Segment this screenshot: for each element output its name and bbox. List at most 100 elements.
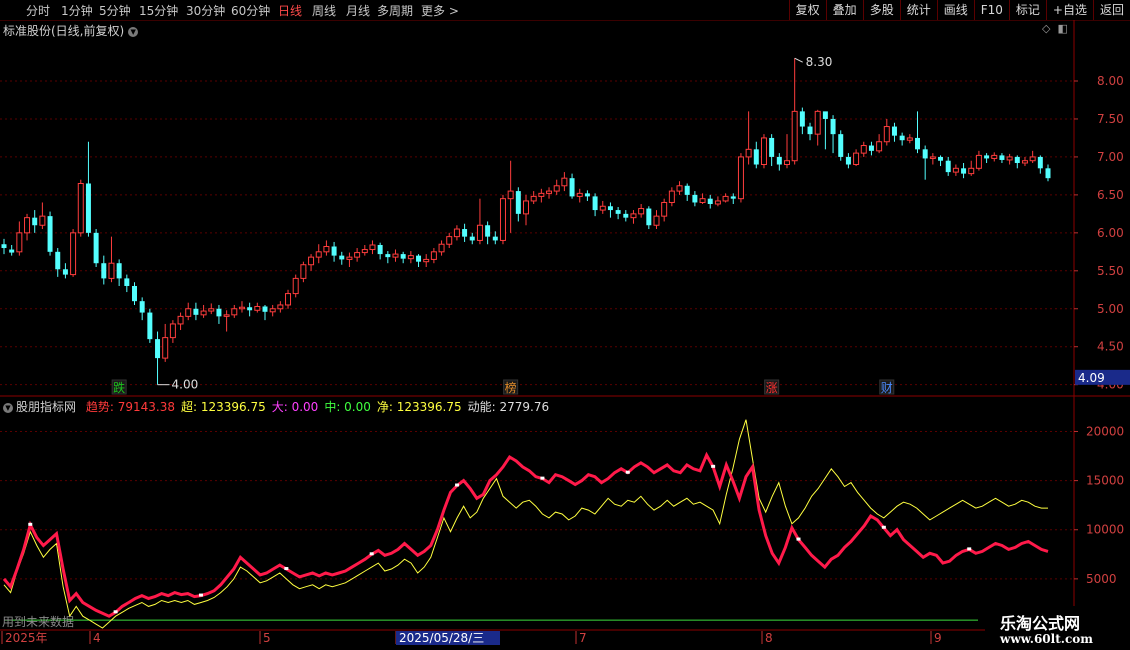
candle-body-down xyxy=(753,149,759,165)
candle-body-down xyxy=(385,254,391,258)
candle-body-up xyxy=(231,308,238,316)
candle-body-up xyxy=(438,243,445,253)
candle-body-down xyxy=(155,339,161,359)
candle-body-down xyxy=(915,137,920,150)
candle-body-down xyxy=(400,254,406,259)
date-label-3: 2025/05/28/三 xyxy=(399,631,484,645)
candle-body-down xyxy=(769,137,775,157)
candle-body-up xyxy=(737,156,744,200)
date-label-2: 5 xyxy=(263,631,271,645)
candle-body-up xyxy=(638,208,645,215)
candle-body-down xyxy=(469,236,475,241)
candle-body-up xyxy=(392,253,399,258)
candle-body-down xyxy=(646,208,652,226)
candle-body-up xyxy=(876,141,883,152)
candle-body-up xyxy=(407,255,414,260)
candle-body-down xyxy=(147,312,153,340)
trend-point-marker xyxy=(455,483,460,487)
candle-body-up xyxy=(791,110,798,162)
candle-body-up xyxy=(814,110,821,135)
watermark-url: www.60lt.com xyxy=(1000,632,1093,646)
price-tick-label: 7.00 xyxy=(1097,150,1124,164)
candle-body-up xyxy=(361,249,368,254)
candle-body-down xyxy=(55,251,61,270)
candle-body-down xyxy=(623,213,629,218)
candle-body-down xyxy=(807,126,813,135)
candle-body-up xyxy=(929,156,936,159)
candle-body-up xyxy=(323,246,330,253)
date-label-4: 7 xyxy=(579,631,587,645)
candle-body-up xyxy=(507,190,514,200)
event-marker-0: 跌 xyxy=(113,380,125,395)
trend-point-marker xyxy=(711,464,716,468)
candle-body-down xyxy=(899,135,905,141)
candle-body-up xyxy=(968,167,975,175)
candle-body-down xyxy=(32,217,38,226)
candle-body-down xyxy=(101,263,107,279)
candle-body-down xyxy=(584,193,590,197)
candle-body-up xyxy=(292,277,299,295)
indicator-tick-label: 20000 xyxy=(1086,424,1124,438)
current-price-label: 4.09 xyxy=(1078,371,1105,385)
trend-point-marker xyxy=(28,522,33,526)
event-marker-1: 榜 xyxy=(505,380,517,395)
candle-body-down xyxy=(93,232,99,264)
high-price-label: 8.30 xyxy=(806,55,833,69)
date-label-0: 2025年 xyxy=(5,631,48,645)
candle-body-up xyxy=(369,244,376,251)
candle-body-up xyxy=(745,148,752,158)
candle-body-up xyxy=(676,185,683,192)
candle-body-down xyxy=(262,306,268,312)
candle-body-down xyxy=(216,308,222,317)
trend-point-marker xyxy=(284,567,289,571)
candle-body-down xyxy=(492,236,498,241)
high-marker-line xyxy=(794,57,803,63)
date-label-5: 8 xyxy=(765,631,773,645)
candle-body-down xyxy=(945,160,951,173)
trend-point-marker xyxy=(881,525,886,529)
candle-body-up xyxy=(860,145,867,154)
candle-body-down xyxy=(999,155,1005,160)
indicator-tick-label: 15000 xyxy=(1086,474,1124,488)
candle-body-up xyxy=(354,252,361,258)
candle-body-down xyxy=(85,183,91,233)
price-tick-label: 6.00 xyxy=(1097,226,1124,240)
candle-body-up xyxy=(991,154,998,159)
indicator-tick-label: 5000 xyxy=(1086,572,1117,586)
candle-body-up xyxy=(561,177,568,187)
candle-body-down xyxy=(462,229,468,237)
candle-body-up xyxy=(308,256,315,266)
candle-body-down xyxy=(132,285,137,302)
candle-body-down xyxy=(684,185,690,195)
candle-body-down xyxy=(592,196,598,211)
trend-point-marker xyxy=(625,470,630,474)
candle-body-up xyxy=(430,251,437,260)
candle-body-down xyxy=(707,198,713,204)
candle-body-down xyxy=(776,156,782,165)
candle-body-up xyxy=(254,305,261,311)
candle-body-up xyxy=(853,152,860,166)
candle-body-up xyxy=(530,195,537,202)
candle-body-up xyxy=(668,190,675,203)
candle-body-up xyxy=(39,215,46,226)
candle-body-up xyxy=(169,323,176,339)
candle-body-up xyxy=(24,217,31,234)
candle-body-up xyxy=(315,251,322,258)
chart-canvas[interactable]: 8.00 7.50 7.00 6.50 6.00 5.50 5.00 4.50 4.00 4.09… xyxy=(0,0,1130,650)
candle-body-up xyxy=(277,304,284,310)
candle-body-down xyxy=(193,308,199,315)
candle-body-down xyxy=(339,255,345,260)
event-marker-3: 财 xyxy=(881,381,893,395)
candle-body-up xyxy=(661,201,668,217)
trend-point-marker xyxy=(967,547,972,551)
candle-body-up xyxy=(1021,160,1028,164)
candle-body-down xyxy=(799,111,805,127)
candle-body-up xyxy=(975,154,982,169)
candle-body-up xyxy=(523,200,529,215)
trend-point-marker xyxy=(540,476,545,480)
candle-body-up xyxy=(630,213,637,219)
candle-body-down xyxy=(485,225,491,237)
candle-body-down xyxy=(868,145,874,151)
trend-point-marker xyxy=(369,552,374,556)
candle-body-down xyxy=(1037,156,1043,169)
